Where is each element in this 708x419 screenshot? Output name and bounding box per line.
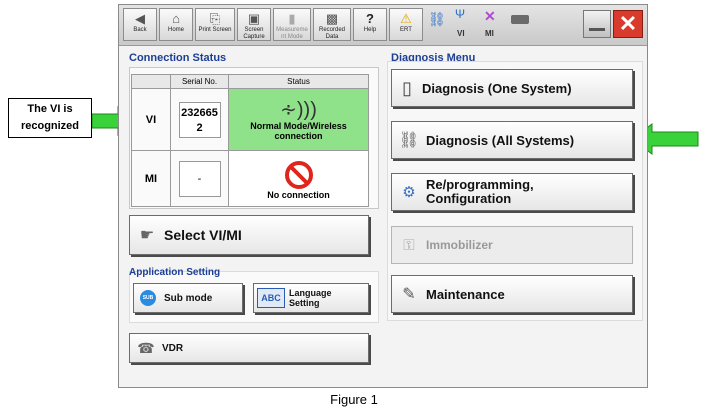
callout-line-1: The VI is	[27, 103, 73, 115]
back-button[interactable]: ◀ Back	[123, 8, 157, 41]
car-diagnosis-icon: ⛓	[398, 132, 420, 149]
mi-row-label: MI	[131, 150, 171, 207]
vi-wireless-icon: ∻)))	[280, 98, 317, 121]
toolbar: ◀ Back ⌂ Home ⎘ Print Screen ▣ Screen Ca…	[119, 5, 647, 46]
connection-status-panel: Serial No. Status VI 232665 2 ∻))) Norma…	[129, 67, 379, 209]
vdr-button[interactable]: ☎ VDR	[129, 333, 369, 363]
vdr-icon: ☎	[137, 339, 155, 356]
language-setting-button[interactable]: ABC Language Setting	[253, 283, 369, 313]
connection-status-title: Connection Status	[129, 52, 227, 64]
callout-line-2: recognized	[20, 120, 80, 132]
measurement-mode-button[interactable]: ▮ Measureme nt Mode	[273, 8, 311, 41]
immobilizer-icon: ⚿	[403, 236, 415, 254]
home-icon: ⌂	[172, 11, 180, 26]
help-icon: ?	[366, 11, 374, 26]
warning-icon: ⚠	[400, 11, 412, 26]
close-button[interactable]: ✕	[613, 10, 643, 38]
maintenance-icon: ✎	[402, 286, 416, 303]
mi-disconnected-icon: ✕	[484, 8, 496, 24]
measure-icon: ▮	[288, 11, 296, 26]
help-button[interactable]: ? Help	[353, 8, 387, 41]
close-icon: ✕	[618, 11, 638, 36]
vi-row-label: VI	[131, 88, 171, 151]
header-status: Status	[228, 74, 369, 89]
mi-serial-box: -	[178, 160, 221, 197]
mi-status-cell: No connection	[228, 150, 369, 207]
mi-indicator: MI	[485, 29, 494, 38]
battery-icon	[511, 15, 529, 24]
sub-mode-button[interactable]: SUB Sub mode	[133, 283, 243, 313]
header-serial-no: Serial No.	[170, 74, 229, 89]
figure-caption: Figure 1	[330, 392, 378, 407]
maintenance-button[interactable]: ✎ Maintenance	[391, 275, 633, 313]
vi-serial-box: 232665 2	[178, 101, 221, 138]
minimize-button[interactable]	[583, 10, 611, 38]
vi-status-cell: ∻))) Normal Mode/Wireless connection	[228, 88, 369, 151]
vi-recognized-callout: The VI is recognized	[8, 98, 92, 138]
recorded-data-button[interactable]: ▩ Recorded Data	[313, 8, 351, 41]
connection-table: Serial No. Status VI 232665 2 ∻))) Norma…	[131, 74, 369, 207]
minimize-icon	[589, 28, 605, 31]
sub-mode-icon: SUB	[140, 290, 156, 306]
back-arrow-icon: ◀	[135, 11, 145, 26]
recorded-data-icon: ▩	[325, 11, 339, 26]
no-connection-icon	[284, 160, 313, 189]
reprogramming-icon: ⚙	[402, 184, 416, 201]
hand-select-icon: ☛	[139, 227, 155, 244]
immobilizer-button[interactable]: ⚿ Immobilizer	[391, 226, 633, 264]
handheld-device-icon: ▯	[402, 77, 412, 98]
vi-indicator: VI	[457, 29, 465, 38]
application-setting-title: Application Setting	[129, 267, 221, 278]
select-vi-mi-button[interactable]: ☛ Select VI/MI	[129, 215, 369, 255]
mi-status-text: No connection	[267, 189, 330, 200]
reprogramming-configuration-button[interactable]: ⚙ Re/programming, Configuration	[391, 173, 633, 211]
diagnosis-all-systems-button[interactable]: ⛓ Diagnosis (All Systems)	[391, 121, 633, 159]
camera-icon: ▣	[247, 11, 261, 26]
home-button[interactable]: ⌂ Home	[159, 8, 193, 41]
print-screen-button[interactable]: ⎘ Print Screen	[195, 8, 235, 41]
wireless-antenna-icon: Ψ	[455, 7, 466, 21]
screen-capture-button[interactable]: ▣ Screen Capture	[237, 8, 271, 41]
car-icon: ⛓	[428, 11, 446, 27]
abc-language-icon: ABC	[257, 288, 285, 308]
ert-button[interactable]: ⚠ ERT	[389, 8, 423, 41]
vi-status-text: Normal Mode/Wireless connection	[250, 120, 347, 141]
consult-window: ◀ Back ⌂ Home ⎘ Print Screen ▣ Screen Ca…	[118, 4, 648, 388]
printer-icon: ⎘	[209, 11, 221, 26]
diagnosis-one-system-button[interactable]: ▯ Diagnosis (One System)	[391, 69, 633, 107]
